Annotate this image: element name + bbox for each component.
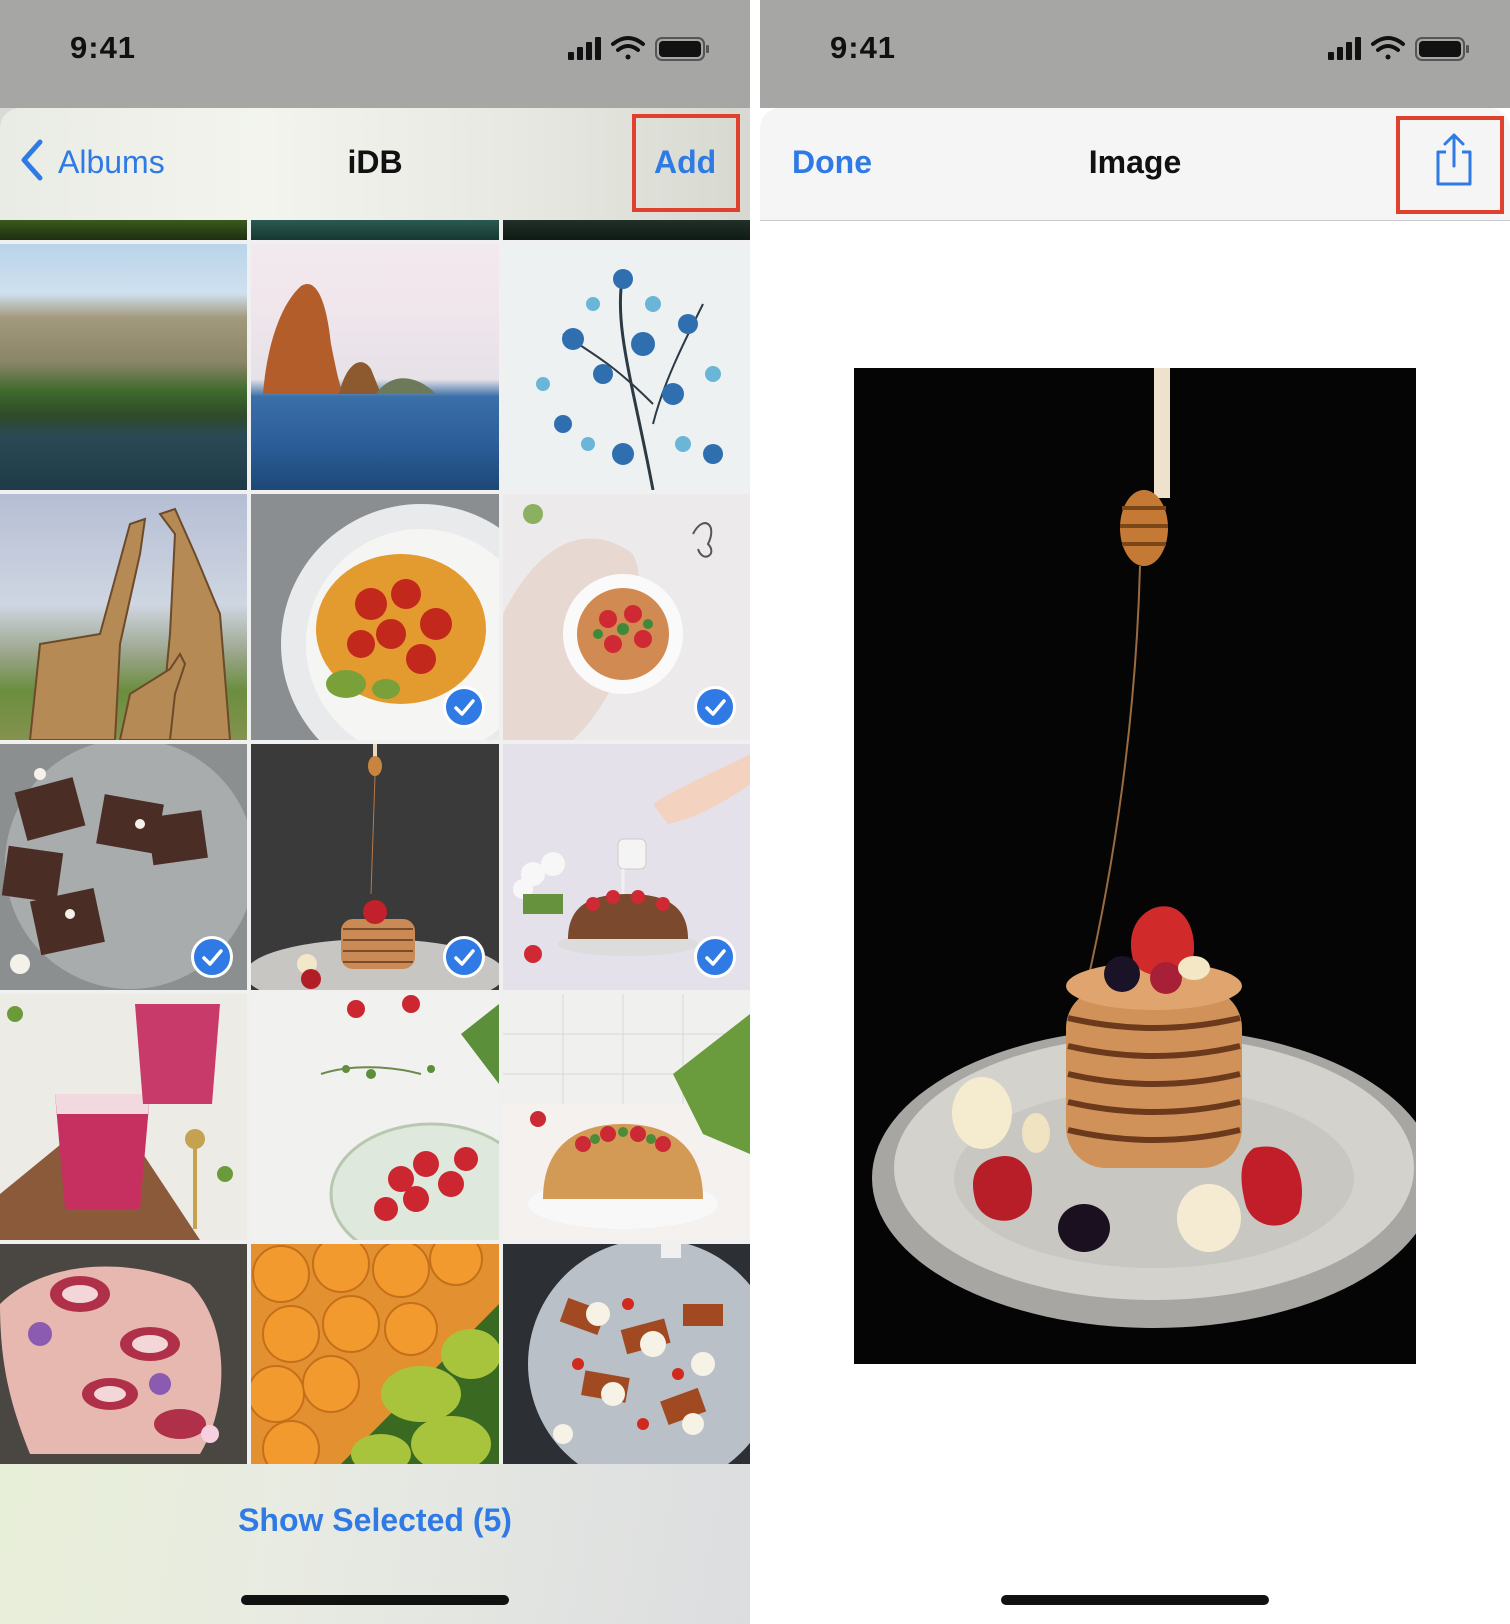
photo-brownies[interactable] [0,744,247,990]
page-title: iDB [347,144,403,180]
oranges-pears-art [251,1244,499,1464]
figs-art [0,1266,222,1454]
selected-check-icon [694,686,736,728]
share-button-highlight [1396,116,1504,214]
selected-check-icon [443,936,485,978]
photo-giraffes[interactable] [0,494,247,740]
photo-figs[interactable] [0,1244,247,1464]
status-time: 9:41 [830,30,897,65]
selected-check-icon [694,936,736,978]
page-title: Image [1088,144,1182,180]
photo-bundt-cake[interactable] [503,744,750,990]
photo-oranges-pears[interactable] [251,1244,499,1464]
pink-drinks-art [0,1004,233,1240]
bundt-strawberry-art [503,994,750,1240]
status-icons [1328,36,1469,61]
wifi-icon [611,36,645,60]
home-indicator[interactable] [1001,1595,1269,1605]
roasted-plate-art [528,1244,750,1464]
albums-back-button[interactable]: Albums [58,144,165,181]
signal-icon [1328,37,1361,60]
photo-tomato-dish[interactable] [251,494,499,740]
photo-blue-flowers[interactable] [503,244,750,490]
right-phone-screen: 9:41 Done Image [760,0,1510,1624]
photo-pancakes[interactable] [251,744,499,990]
show-selected-button[interactable]: Show Selected (5) [0,1502,750,1539]
status-bar: 9:41 [760,0,1510,108]
photo-bundt-strawberry[interactable] [503,994,750,1240]
island-shape [263,283,436,394]
photo-partial-2[interactable] [251,220,499,240]
photo-island[interactable] [251,244,499,490]
selected-check-icon [191,936,233,978]
selected-check-icon [443,686,485,728]
album-nav-bar: Albums iDB Add [0,108,750,220]
left-phone-screen: 9:41 Albums iDB Add Show Selected (5) [0,0,750,1624]
wifi-icon [1371,36,1405,60]
screen-divider [750,0,760,1624]
photo-roasted-plate[interactable] [503,1244,750,1464]
pancakes-image-art [872,368,1416,1328]
home-indicator[interactable] [241,1595,509,1605]
image-nav-bar: Done Image [760,108,1510,221]
photo-strawberries-bowl[interactable] [251,994,499,1240]
battery-icon [655,37,709,61]
giraffes-art [28,507,232,740]
photo-strawberry-cake[interactable] [503,494,750,740]
signal-icon [568,37,601,60]
status-time: 9:41 [70,30,137,65]
photo-cliffs[interactable] [0,244,247,490]
add-button-highlight [632,114,740,212]
strawberries-bowl-art [320,995,499,1240]
battery-icon [1415,37,1469,61]
photo-partial-3[interactable] [503,220,750,240]
status-icons [568,36,709,61]
chevron-left-icon[interactable] [18,138,44,182]
photo-pink-drinks[interactable] [0,994,247,1240]
done-button[interactable]: Done [792,144,872,181]
photo-partial-1[interactable] [0,220,247,240]
full-image-view[interactable] [854,368,1416,1364]
status-bar: 9:41 [0,0,750,108]
photo-grid [0,220,750,1464]
blue-flowers-art [536,269,723,490]
